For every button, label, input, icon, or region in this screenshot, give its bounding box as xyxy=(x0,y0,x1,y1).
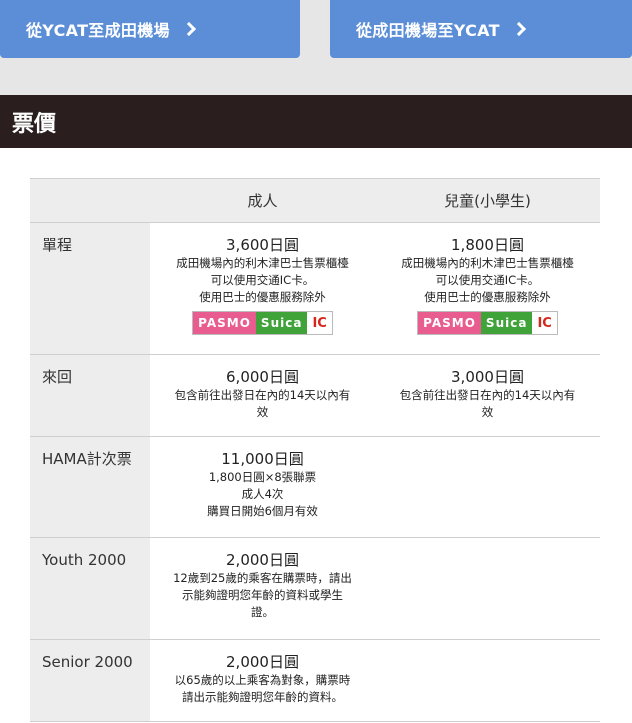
adult-fare-cell: 11,000日圓 1,800日圓×8張聯票 成人4次 購買日開始6個月有效 xyxy=(150,436,375,538)
row-label: Senior 2000 xyxy=(30,639,150,722)
row-label: 來回 xyxy=(30,354,150,437)
child-fare-cell: 1,800日圓 成田機場內的利木津巴士售票櫃檯 可以使用交通IC卡。 使用巴士的… xyxy=(375,222,600,355)
fare-note: 證。 xyxy=(251,605,274,619)
narita-to-ycat-button[interactable]: 從成田機場至YCAT xyxy=(330,0,632,58)
table-row: Senior 2000 2,000日圓 以65歲的以上乘客為對象，購票時 請出示… xyxy=(30,639,600,722)
ic-card-logo: PASMO Suica IC xyxy=(192,311,333,335)
fare-note: 使用巴士的優惠服務除外 xyxy=(199,290,326,304)
fare-price: 2,000日圓 xyxy=(226,551,299,569)
ycat-to-narita-label: 從YCAT至成田機場 xyxy=(26,21,170,40)
fare-note: 包含前往出發日在內的14天以內有 xyxy=(174,388,351,402)
ic-logo: IC xyxy=(307,312,332,334)
header-child: 兒童(小學生) xyxy=(375,178,600,223)
ycat-to-narita-button[interactable]: 從YCAT至成田機場 xyxy=(0,0,300,58)
child-fare-cell-empty xyxy=(375,436,600,538)
child-fare-cell-empty xyxy=(375,537,600,640)
fare-price: 2,000日圓 xyxy=(226,653,299,671)
table-row: 單程 3,600日圓 成田機場內的利木津巴士售票櫃檯 可以使用交通IC卡。 使用… xyxy=(30,222,600,355)
fare-note: 包含前往出發日在內的14天以內有 xyxy=(399,388,576,402)
fare-note: 1,800日圓×8張聯票 xyxy=(208,470,317,484)
table-row: 來回 6,000日圓 包含前往出發日在內的14天以內有 效 3,000日圓 包含… xyxy=(30,354,600,437)
fare-note: 購買日開始6個月有效 xyxy=(207,504,318,518)
child-fare-cell: 3,000日圓 包含前往出發日在內的14天以內有 效 xyxy=(375,354,600,437)
row-label: HAMA計次票 xyxy=(30,436,150,538)
table-row: Youth 2000 2,000日圓 12歲到25歲的乘客在購票時，請出 示能夠… xyxy=(30,537,600,640)
fare-note: 成人4次 xyxy=(241,487,284,501)
adult-fare-cell: 2,000日圓 12歲到25歲的乘客在購票時，請出 示能夠證明您年齡的資料或學生… xyxy=(150,537,375,640)
fare-note: 可以使用交通IC卡。 xyxy=(435,273,540,287)
fare-note: 效 xyxy=(256,405,269,419)
ic-card-logo: PASMO Suica IC xyxy=(417,311,558,335)
section-title: 票價 xyxy=(0,95,632,148)
fare-price: 6,000日圓 xyxy=(226,368,299,386)
fare-price: 3,600日圓 xyxy=(226,236,299,254)
fare-note: 12歲到25歲的乘客在購票時，請出 xyxy=(173,571,352,585)
header-empty xyxy=(30,178,150,223)
chevron-right-icon xyxy=(181,21,196,37)
fare-price: 11,000日圓 xyxy=(221,450,304,468)
fare-price: 1,800日圓 xyxy=(451,236,524,254)
pasmo-logo: PASMO xyxy=(193,312,256,334)
adult-fare-cell: 2,000日圓 以65歲的以上乘客為對象，購票時 請出示能夠證明您年齡的資料。 xyxy=(150,639,375,722)
fare-table: 成人 兒童(小學生) 單程 3,600日圓 成田機場內的利木津巴士售票櫃檯 可以… xyxy=(30,178,600,722)
fare-note: 示能夠證明您年齡的資料或學生 xyxy=(182,588,343,602)
ic-logo: IC xyxy=(532,312,557,334)
suica-logo: Suica xyxy=(255,312,308,334)
suica-logo: Suica xyxy=(480,312,533,334)
table-header-row: 成人 兒童(小學生) xyxy=(30,178,600,223)
pasmo-logo: PASMO xyxy=(418,312,481,334)
row-label: 單程 xyxy=(30,222,150,355)
child-fare-cell-empty xyxy=(375,639,600,722)
fare-note: 成田機場內的利木津巴士售票櫃檯 xyxy=(401,256,574,270)
header-adult: 成人 xyxy=(150,178,375,223)
fare-note: 可以使用交通IC卡。 xyxy=(210,273,315,287)
fare-price: 3,000日圓 xyxy=(451,368,524,386)
adult-fare-cell: 6,000日圓 包含前往出發日在內的14天以內有 效 xyxy=(150,354,375,437)
fare-note: 成田機場內的利木津巴士售票櫃檯 xyxy=(176,256,349,270)
fare-note: 以65歲的以上乘客為對象，購票時 xyxy=(174,673,351,687)
table-row: HAMA計次票 11,000日圓 1,800日圓×8張聯票 成人4次 購買日開始… xyxy=(30,436,600,538)
row-label: Youth 2000 xyxy=(30,537,150,640)
adult-fare-cell: 3,600日圓 成田機場內的利木津巴士售票櫃檯 可以使用交通IC卡。 使用巴士的… xyxy=(150,222,375,355)
fare-note: 請出示能夠證明您年齡的資料。 xyxy=(182,690,343,704)
fare-note: 效 xyxy=(481,405,494,419)
chevron-right-icon xyxy=(511,21,526,37)
narita-to-ycat-label: 從成田機場至YCAT xyxy=(356,21,500,40)
fare-note: 使用巴士的優惠服務除外 xyxy=(424,290,551,304)
